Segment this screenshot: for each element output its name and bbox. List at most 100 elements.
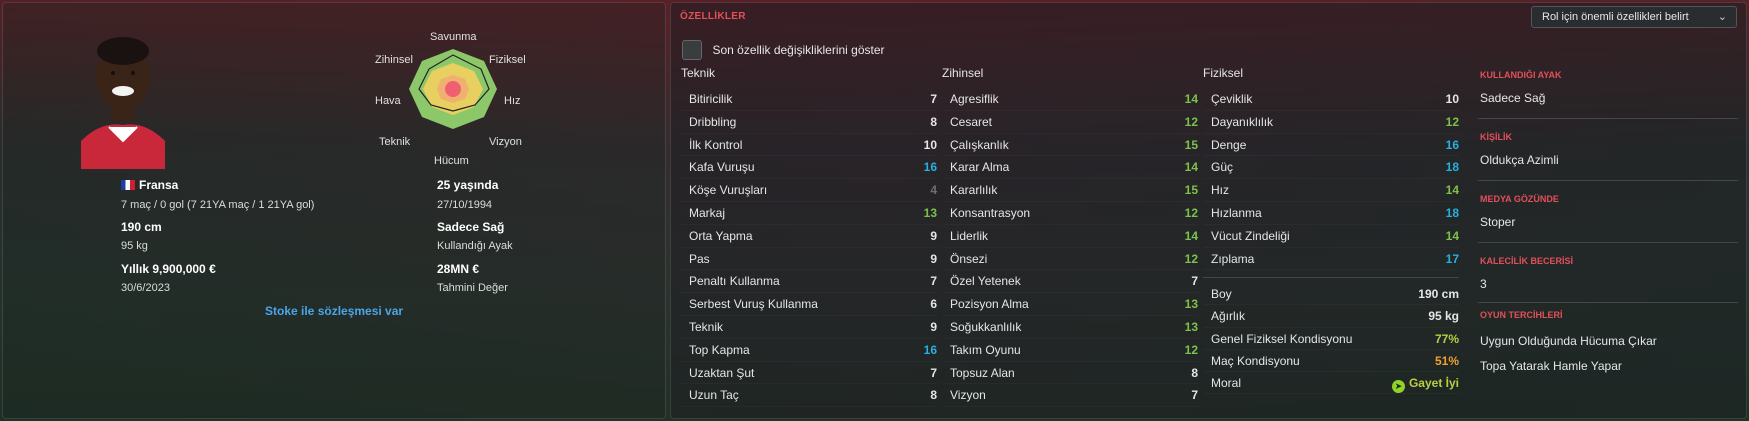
attribute-row[interactable]: Markaj 13	[681, 202, 937, 225]
attribute-row[interactable]: Hız 14	[1203, 179, 1459, 202]
attribute-value: 12	[1184, 342, 1198, 357]
personality-value[interactable]: Oldukça Azimli	[1480, 153, 1559, 167]
attribute-name: Maç Kondisyonu	[1211, 353, 1300, 368]
attribute-row[interactable]: Karar Alma 14	[942, 156, 1198, 179]
attribute-name: Çalışkanlık	[950, 137, 1009, 152]
attribute-row[interactable]: Konsantrasyon 12	[942, 202, 1198, 225]
attribute-value: 7	[1191, 388, 1198, 403]
attribute-row[interactable]: Serbest Vuruş Kullanma 6	[681, 293, 937, 316]
attribute-row[interactable]: Moral ➤ Gayet İyi	[1203, 372, 1459, 394]
attribute-row[interactable]: Dayanıklılık 12	[1203, 111, 1459, 134]
attribute-value: 95 kg	[1428, 309, 1459, 324]
attribute-value: 16	[923, 160, 937, 175]
attribute-name: Köşe Vuruşları	[689, 183, 768, 198]
attribute-row[interactable]: Hızlanma 18	[1203, 202, 1459, 225]
attribute-name: Dribbling	[689, 114, 737, 129]
show-changes-checkbox[interactable]	[682, 40, 702, 60]
attribute-row[interactable]: Köşe Vuruşları 4	[681, 179, 937, 202]
attribute-row[interactable]: Ağırlık 95 kg	[1203, 305, 1459, 327]
radar-label-attack: Hücum	[434, 155, 469, 167]
attribute-row[interactable]: Çalışkanlık 15	[942, 134, 1198, 157]
attribute-row[interactable]: Uzun Taç 8	[681, 384, 937, 407]
attribute-row[interactable]: Çeviklik 10	[1203, 88, 1459, 111]
attribute-row[interactable]: Genel Fiziksel Kondisyonu 77%	[1203, 328, 1459, 350]
attribute-name: Uzaktan Şut	[689, 365, 755, 380]
attribute-name: Hızlanma	[1211, 205, 1262, 220]
attribute-row[interactable]: İlk Kontrol 10	[681, 134, 937, 157]
attribute-value: 8	[930, 388, 937, 403]
attribute-row[interactable]: Cesaret 12	[942, 111, 1198, 134]
international-caps: 7 maç / 0 gol (7 21YA maç / 1 21YA gol)	[121, 199, 315, 211]
attribute-row[interactable]: Boy 190 cm	[1203, 283, 1459, 305]
attribute-row[interactable]: Güç 18	[1203, 156, 1459, 179]
show-changes-toggle[interactable]: Son özellik değişikliklerini göster	[682, 40, 885, 60]
attribute-row[interactable]: Takım Oyunu 12	[942, 339, 1198, 362]
attribute-name: Kararlılık	[950, 183, 998, 198]
attributes-section-title: ÖZELLİKLER	[680, 11, 746, 22]
player-profile-panel: Savunma Fiziksel Hız Vizyon Hücum Teknik…	[2, 2, 666, 419]
nationality-label: Fransa	[139, 178, 179, 192]
attribute-row[interactable]: Kafa Vuruşu 16	[681, 156, 937, 179]
attribute-name: Soğukkanlılık	[950, 319, 1022, 334]
attribute-name: Uzun Taç	[689, 388, 739, 403]
transfer-value-label: Tahmini Değer	[437, 282, 508, 294]
physical-attributes: Çeviklik 10 Dayanıklılık 12 Denge 16 Güç 18 Hız 1…	[1203, 88, 1459, 270]
nationality[interactable]: Fransa	[121, 178, 178, 192]
radar-label-mental: Zihinsel	[375, 54, 413, 66]
attribute-row[interactable]: Pas 9	[681, 248, 937, 271]
contract-club-link[interactable]: Stoke ile sözleşmesi var	[265, 304, 403, 318]
attribute-row[interactable]: Zıplama 17	[1203, 248, 1459, 271]
attribute-name: Özel Yetenek	[950, 274, 1021, 289]
attribute-value: 12	[1184, 251, 1198, 266]
attribute-row[interactable]: Kararlılık 15	[942, 179, 1198, 202]
attribute-row[interactable]: Denge 16	[1203, 134, 1459, 157]
attribute-row[interactable]: Vücut Zindeliği 14	[1203, 225, 1459, 248]
attribute-name: Cesaret	[950, 114, 993, 129]
attribute-row[interactable]: Vizyon 7	[942, 384, 1198, 407]
attribute-row[interactable]: Uzaktan Şut 7	[681, 362, 937, 385]
date-of-birth: 27/10/1994	[437, 199, 493, 211]
attribute-name: Agresiflik	[950, 92, 999, 106]
role-attributes-dropdown[interactable]: Rol için önemli özellikleri belirt ⌄	[1531, 6, 1737, 28]
attribute-value: 13	[1184, 319, 1198, 334]
personality-title: KİŞİLİK	[1480, 132, 1513, 142]
attribute-row[interactable]: Liderlik 14	[942, 225, 1198, 248]
attribute-value: 190 cm	[1418, 287, 1459, 301]
morale-icon: ➤	[1391, 380, 1405, 394]
attribute-row[interactable]: Dribbling 8	[681, 111, 937, 134]
contract-end: 30/6/2023	[121, 282, 170, 294]
attribute-name: Çeviklik	[1211, 92, 1253, 106]
attribute-name: Konsantrasyon	[950, 205, 1031, 220]
radar-label-defence: Savunma	[430, 31, 477, 43]
side-divider	[1478, 180, 1738, 181]
attribute-row[interactable]: Maç Kondisyonu 51%	[1203, 350, 1459, 372]
attribute-name: Denge	[1211, 137, 1247, 152]
player-trait-item[interactable]: Uygun Olduğunda Hücuma Çıkar	[1480, 334, 1657, 348]
attribute-row[interactable]: Bitiricilik 7	[681, 88, 937, 111]
attribute-row[interactable]: Teknik 9	[681, 316, 937, 339]
attribute-name: Bitiricilik	[689, 92, 733, 106]
attribute-name: Boy	[1211, 287, 1232, 301]
attribute-row[interactable]: Topsuz Alan 8	[942, 362, 1198, 385]
wage: Yıllık 9,900,000 €	[121, 262, 216, 276]
attribute-row[interactable]: Top Kapma 16	[681, 339, 937, 362]
attribute-row[interactable]: Orta Yapma 9	[681, 225, 937, 248]
attribute-row[interactable]: Önsezi 12	[942, 248, 1198, 271]
attribute-row[interactable]: Özel Yetenek 7	[942, 270, 1198, 293]
preferred-foot: Sadece Sağ	[437, 220, 505, 234]
attribute-row[interactable]: Pozisyon Alma 13	[942, 293, 1198, 316]
attribute-value: 12	[1184, 205, 1198, 220]
media-handling-value: Stoper	[1480, 215, 1516, 229]
mental-title: Zihinsel	[942, 66, 984, 80]
attribute-row[interactable]: Agresiflik 14	[942, 88, 1198, 111]
side-divider	[1478, 118, 1738, 119]
media-handling-title: MEDYA GÖZÜNDE	[1480, 194, 1559, 204]
attribute-value: 9	[930, 319, 937, 334]
attribute-row[interactable]: Penaltı Kullanma 7	[681, 270, 937, 293]
player-trait-item[interactable]: Topa Yatarak Hamle Yapar	[1480, 359, 1622, 373]
france-flag-icon	[121, 180, 135, 190]
attribute-value: 9	[930, 228, 937, 243]
attribute-name: Takım Oyunu	[950, 342, 1021, 357]
attribute-value: 14	[1184, 160, 1198, 175]
attribute-row[interactable]: Soğukkanlılık 13	[942, 316, 1198, 339]
